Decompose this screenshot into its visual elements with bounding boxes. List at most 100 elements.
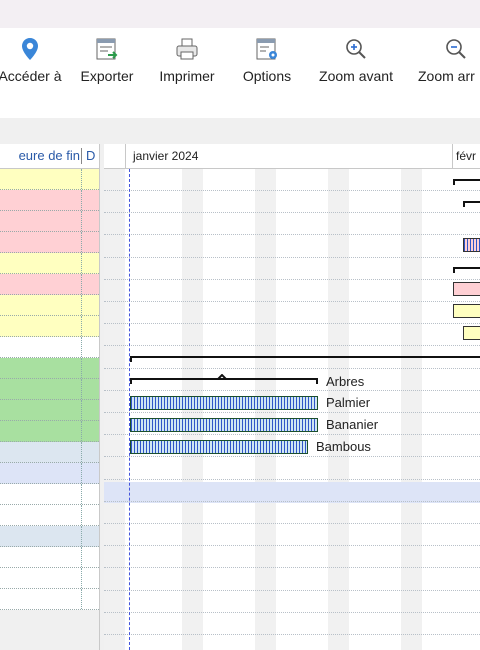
zoom-out-icon — [446, 39, 466, 59]
grid-row[interactable] — [0, 253, 99, 274]
grid-row[interactable] — [0, 442, 99, 463]
grid-row[interactable] — [0, 547, 99, 568]
month-label-january: janvier 2024 — [133, 149, 199, 163]
gantt-row-line — [104, 345, 480, 347]
task-bar-palmier[interactable] — [130, 396, 318, 410]
gantt-row-line — [104, 278, 480, 280]
column-divider — [81, 148, 82, 164]
grid-cell-divider — [81, 379, 82, 399]
timeline-header: janvier 2024 févr — [104, 144, 480, 169]
task-label-bananier: Bananier — [326, 417, 379, 432]
gantt-row-line — [104, 301, 480, 302]
grid-row[interactable] — [0, 568, 99, 589]
location-pin-icon — [22, 38, 38, 60]
task-label-palmier: Palmier — [326, 395, 371, 410]
grid-cell-divider — [81, 211, 82, 231]
gantt-row-line — [104, 190, 480, 191]
gantt-row-line — [104, 589, 480, 591]
goto-button[interactable]: Accéder à — [0, 36, 64, 94]
grid-row[interactable] — [0, 379, 99, 400]
grid-row[interactable] — [0, 169, 99, 190]
grid-cell-divider — [81, 589, 82, 609]
export-icon — [96, 38, 118, 60]
export-button[interactable]: Exporter — [76, 36, 138, 94]
zoom-in-button[interactable]: Zoom avant — [312, 36, 400, 94]
weekend-column — [104, 169, 125, 650]
grid-cell-divider — [81, 358, 82, 378]
grid-cell-divider — [81, 232, 82, 252]
grid-row[interactable] — [0, 274, 99, 295]
task-bar[interactable] — [453, 282, 480, 296]
grid-cell-divider — [81, 547, 82, 567]
grid-row[interactable] — [0, 190, 99, 211]
grid-cell-divider — [81, 421, 82, 441]
title-strip — [0, 0, 480, 28]
column-header-d[interactable]: D — [86, 148, 95, 163]
grid-row[interactable] — [0, 232, 99, 253]
grid-row[interactable] — [0, 295, 99, 316]
grid-row[interactable] — [0, 526, 99, 547]
grid-cell-divider — [81, 484, 82, 504]
gantt-row-line — [104, 634, 480, 635]
gantt-row-line — [104, 323, 480, 325]
grid-cell-divider — [81, 400, 82, 420]
grid-cell-divider — [81, 190, 82, 210]
grid-header: eure de fin D — [0, 144, 104, 169]
grid-row[interactable] — [0, 337, 99, 358]
grid-cell-divider — [81, 526, 82, 546]
grid-row[interactable] — [0, 589, 99, 610]
zoom-out-label: Zoom arr — [418, 68, 475, 84]
ribbon-gap — [0, 118, 480, 144]
gantt-row-line — [104, 434, 480, 436]
options-label: Options — [242, 68, 292, 84]
summary-bracket — [463, 201, 480, 207]
grid-row[interactable] — [0, 211, 99, 232]
weekend-column — [401, 169, 422, 650]
column-header-end[interactable]: eure de fin — [0, 148, 80, 163]
print-button[interactable]: Imprimer — [154, 36, 220, 94]
task-bar[interactable] — [463, 238, 480, 252]
grid-cell-divider — [81, 295, 82, 315]
gantt-row-line — [104, 478, 480, 480]
zoom-out-button[interactable]: Zoom arr — [412, 36, 480, 94]
month-label-february: févr — [456, 149, 477, 163]
gantt-chart: janvier 2024 févr Arbres Palmier Bananie… — [104, 144, 480, 650]
grid-row[interactable] — [0, 421, 99, 442]
task-bar[interactable] — [463, 326, 480, 340]
grid-row[interactable] — [0, 358, 99, 379]
gantt-row-line — [104, 500, 480, 502]
gantt-row-line — [104, 545, 480, 547]
export-label: Exporter — [80, 68, 134, 84]
month-divider — [452, 144, 453, 168]
zoom-in-label: Zoom avant — [319, 68, 393, 84]
task-bar-bananier[interactable] — [130, 418, 318, 432]
grid-row[interactable] — [0, 316, 99, 337]
grid-row[interactable] — [0, 463, 99, 484]
print-label: Imprimer — [159, 68, 215, 84]
gantt-row-line — [104, 412, 480, 413]
options-icon — [256, 38, 277, 60]
project-summary-bracket — [130, 356, 480, 362]
task-bar-bambous[interactable] — [130, 440, 308, 454]
grid-cell-divider — [81, 463, 82, 483]
summary-caret — [217, 374, 227, 380]
grid-cell-divider — [81, 337, 82, 357]
grid-row[interactable] — [0, 400, 99, 421]
grid-cell-divider — [81, 169, 82, 189]
task-bar[interactable] — [453, 304, 480, 318]
goto-label: Accéder à — [0, 68, 62, 84]
grid-row[interactable] — [0, 505, 99, 526]
grid-cell-divider — [81, 253, 82, 273]
options-button[interactable]: Options — [236, 36, 298, 94]
grid-cell-divider — [81, 505, 82, 525]
gantt-row-line — [104, 234, 480, 236]
grid-cell-divider — [81, 274, 82, 294]
grid-cell-divider — [81, 316, 82, 336]
grid-row[interactable] — [0, 484, 99, 505]
gantt-row-line — [104, 256, 480, 258]
summary-bracket — [453, 267, 480, 273]
toolbar: Accéder à Exporter Imprimer Options Zoom… — [0, 28, 480, 118]
gantt-row-line — [104, 567, 480, 569]
summary-bracket — [453, 179, 480, 185]
gantt-row-line — [104, 212, 480, 214]
